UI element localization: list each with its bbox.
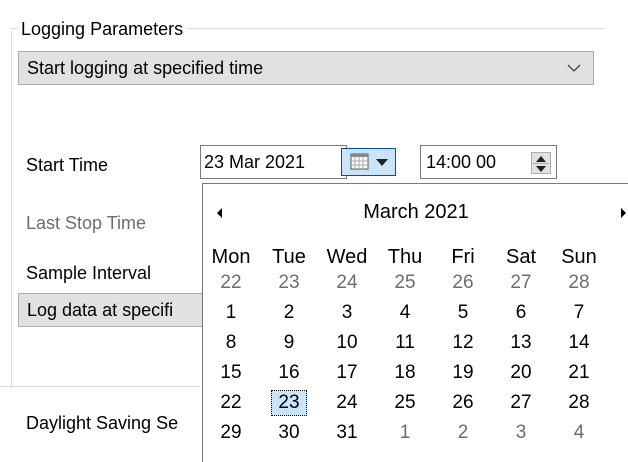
- day-name-sat: Sat: [505, 246, 537, 268]
- calendar-day[interactable]: 8: [207, 332, 255, 353]
- day-name-sun: Sun: [561, 246, 597, 268]
- calendar-day[interactable]: 18: [381, 362, 429, 383]
- calendar-day[interactable]: 13: [497, 332, 545, 353]
- day-name-thu: Thu: [387, 246, 423, 268]
- chevron-right-icon[interactable]: [621, 208, 626, 218]
- calendar-day[interactable]: 23: [265, 272, 313, 293]
- calendar-day[interactable]: 21: [555, 362, 603, 383]
- calendar-day[interactable]: 7: [555, 302, 603, 323]
- month-calendar-popup[interactable]: March 2021 Mon Tue Wed Thu Fri Sat Sun 22 23 24 25…: [202, 183, 628, 462]
- start-date-picker[interactable]: 23 Mar 2021: [200, 145, 347, 179]
- spin-up-icon[interactable]: [536, 156, 546, 162]
- calendar-day[interactable]: 6: [497, 302, 545, 323]
- time-spinner[interactable]: [531, 152, 551, 174]
- calendar-day[interactable]: 5: [439, 302, 487, 323]
- calendar-day[interactable]: 25: [381, 392, 429, 413]
- day-name-tue: Tue: [272, 246, 306, 268]
- calendar-day[interactable]: 1: [381, 422, 429, 443]
- calendar-day[interactable]: 3: [497, 422, 545, 443]
- calendar-day[interactable]: 4: [381, 302, 429, 323]
- calendar-day[interactable]: 2: [265, 302, 313, 323]
- calendar-day[interactable]: 27: [497, 272, 545, 293]
- calendar-day[interactable]: 28: [555, 272, 603, 293]
- calendar-day[interactable]: 29: [207, 422, 255, 443]
- calendar-day[interactable]: 27: [497, 392, 545, 413]
- calendar-day[interactable]: 24: [323, 272, 371, 293]
- calendar-day[interactable]: 22: [207, 392, 255, 413]
- calendar-day[interactable]: 20: [497, 362, 545, 383]
- chevron-down-icon: [567, 64, 581, 72]
- start-time-value: 14:00 00: [426, 152, 497, 172]
- calendar-day[interactable]: 26: [439, 392, 487, 413]
- calendar-month-title[interactable]: March 2021: [203, 201, 628, 223]
- calendar-day[interactable]: 1: [207, 302, 255, 323]
- calendar-day[interactable]: 4: [555, 422, 603, 443]
- calendar-day-selected[interactable]: 23: [265, 392, 313, 413]
- spinner-divider: [533, 163, 549, 164]
- calendar-day[interactable]: 22: [207, 272, 255, 293]
- calendar-day[interactable]: 12: [439, 332, 487, 353]
- spin-down-icon[interactable]: [536, 166, 546, 172]
- calendar-day[interactable]: 17: [323, 362, 371, 383]
- calendar-day[interactable]: 16: [265, 362, 313, 383]
- start-time-label: Start Time: [26, 155, 109, 175]
- calendar-day[interactable]: 26: [439, 272, 487, 293]
- calendar-day[interactable]: 31: [323, 422, 371, 443]
- calendar-day[interactable]: 14: [555, 332, 603, 353]
- group-title: Logging Parameters: [18, 19, 187, 39]
- day-name-fri: Fri: [451, 246, 475, 268]
- calendar-icon: [350, 153, 369, 170]
- sample-interval-value: Log data at specifi: [27, 300, 174, 320]
- calendar-dropdown-button[interactable]: [341, 148, 396, 176]
- calendar-day[interactable]: 15: [207, 362, 255, 383]
- section-divider: [0, 386, 200, 387]
- sample-interval-label: Sample Interval: [26, 263, 152, 283]
- calendar-day[interactable]: 24: [323, 392, 371, 413]
- chevron-down-icon: [376, 159, 388, 166]
- calendar-day[interactable]: 30: [265, 422, 313, 443]
- day-name-wed: Wed: [326, 246, 368, 268]
- calendar-day[interactable]: 28: [555, 392, 603, 413]
- calendar-day[interactable]: 11: [381, 332, 429, 353]
- calendar-day[interactable]: 3: [323, 302, 371, 323]
- logging-mode-dropdown[interactable]: Start logging at specified time: [18, 51, 594, 85]
- calendar-day[interactable]: 10: [323, 332, 371, 353]
- calendar-day[interactable]: 9: [265, 332, 313, 353]
- day-name-mon: Mon: [211, 246, 251, 268]
- daylight-saving-label: Daylight Saving Se: [26, 413, 179, 433]
- calendar-day[interactable]: 25: [381, 272, 429, 293]
- last-stop-time-label: Last Stop Time: [26, 213, 147, 233]
- calendar-day[interactable]: 2: [439, 422, 487, 443]
- logging-mode-value: Start logging at specified time: [27, 58, 264, 78]
- start-date-value: 23 Mar 2021: [204, 152, 306, 172]
- calendar-day[interactable]: 19: [439, 362, 487, 383]
